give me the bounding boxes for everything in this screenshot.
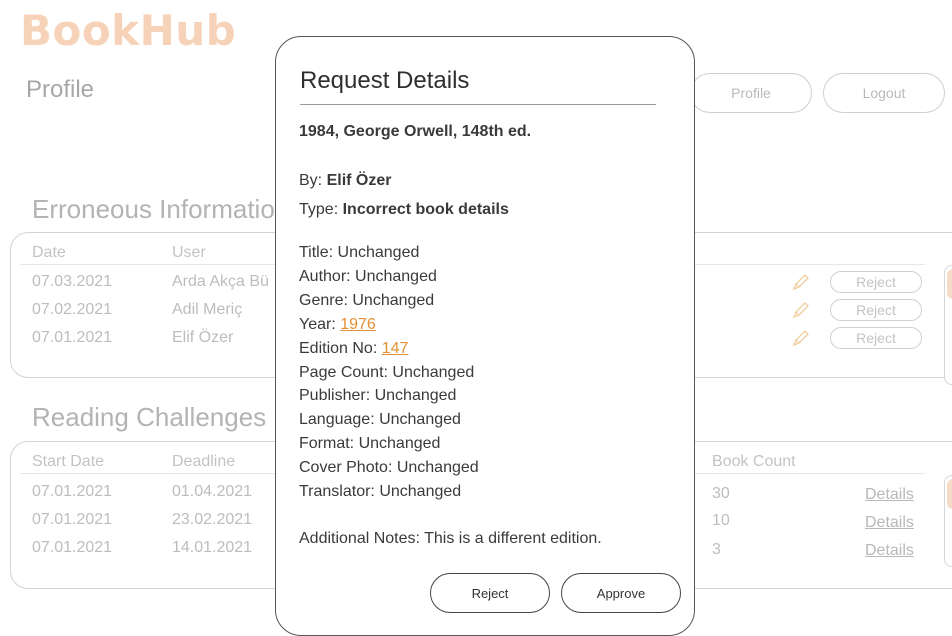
edit-pencil-icon[interactable]	[790, 299, 812, 321]
details-link[interactable]: Details	[865, 514, 914, 532]
col-header-user: User	[172, 244, 206, 261]
col-header-deadline: Deadline	[172, 453, 236, 470]
row-reject-button[interactable]: Reject	[830, 271, 922, 293]
side-scroll-tab[interactable]	[944, 265, 952, 385]
challenge-row-deadline: 23.02.2021	[172, 511, 253, 528]
field-translator: Translator: Unchanged	[299, 483, 462, 500]
erroneous-section-title: Erroneous Information	[32, 194, 290, 224]
erroneous-row-date: 07.03.2021	[32, 273, 113, 290]
details-link[interactable]: Details	[865, 542, 914, 560]
request-details-modal: Request Details 1984, George Orwell, 148…	[275, 36, 695, 636]
field-edition: Edition No: 147	[299, 340, 408, 358]
challenge-row-deadline: 01.04.2021	[172, 483, 253, 500]
challenge-row-deadline: 14.01.2021	[172, 539, 253, 556]
field-genre: Genre: Unchanged	[299, 292, 435, 309]
challenge-row-count: 10	[712, 512, 730, 529]
field-edition-label: Edition No:	[299, 340, 378, 357]
profile-button[interactable]: Profile	[690, 73, 812, 113]
field-format: Format: Unchanged	[299, 435, 441, 452]
details-link[interactable]: Details	[865, 486, 914, 504]
side-scroll-tab[interactable]	[944, 475, 952, 567]
request-type-label: Type:	[299, 201, 339, 218]
modal-title: Request Details	[300, 67, 470, 94]
col-header-start-date: Start Date	[32, 453, 105, 470]
modal-title-divider	[300, 104, 656, 105]
requester-name: Elif Özer	[326, 172, 392, 189]
col-header-book-count: Book Count	[712, 453, 796, 470]
challenge-row-count: 30	[712, 485, 730, 502]
challenge-row-start: 07.01.2021	[32, 511, 113, 528]
field-cover-photo: Cover Photo: Unchanged	[299, 459, 479, 476]
field-edition-link[interactable]: 147	[382, 340, 409, 357]
erroneous-row-date: 07.01.2021	[32, 329, 113, 346]
book-summary: 1984, George Orwell, 148th ed.	[299, 123, 532, 140]
challenge-row-count: 3	[712, 541, 721, 558]
field-title: Title: Unchanged	[299, 244, 420, 261]
reject-button[interactable]: Reject	[430, 573, 550, 613]
logout-button[interactable]: Logout	[823, 73, 945, 113]
app-logo[interactable]: BookHub	[20, 6, 236, 55]
field-author: Author: Unchanged	[299, 268, 437, 285]
approve-button[interactable]: Approve	[561, 573, 681, 613]
erroneous-row-user: Elif Özer	[172, 329, 234, 346]
page-title: Profile	[26, 76, 95, 103]
field-year-label: Year:	[299, 316, 336, 333]
col-header-date: Date	[32, 244, 66, 261]
edit-pencil-icon[interactable]	[790, 271, 812, 293]
request-type-value: Incorrect book details	[342, 201, 509, 218]
row-reject-button[interactable]: Reject	[830, 299, 922, 321]
requester-label: By:	[299, 172, 323, 189]
request-type-line: Type: Incorrect book details	[299, 201, 509, 219]
additional-notes: Additional Notes: This is a different ed…	[299, 530, 602, 547]
requester-line: By: Elif Özer	[299, 172, 391, 190]
challenges-section-title: Reading Challenges	[32, 402, 267, 432]
field-year-link[interactable]: 1976	[340, 316, 376, 333]
erroneous-row-user: Adil Meriç	[172, 301, 243, 318]
field-language: Language: Unchanged	[299, 411, 461, 428]
field-year: Year: 1976	[299, 316, 376, 334]
edit-pencil-icon[interactable]	[790, 327, 812, 349]
challenge-row-start: 07.01.2021	[32, 539, 113, 556]
row-reject-button[interactable]: Reject	[830, 327, 922, 349]
challenge-row-start: 07.01.2021	[32, 483, 113, 500]
field-publisher: Publisher: Unchanged	[299, 387, 457, 404]
field-page-count: Page Count: Unchanged	[299, 364, 475, 381]
erroneous-row-user: Arda Akça Bü	[172, 273, 269, 290]
erroneous-row-date: 07.02.2021	[32, 301, 113, 318]
